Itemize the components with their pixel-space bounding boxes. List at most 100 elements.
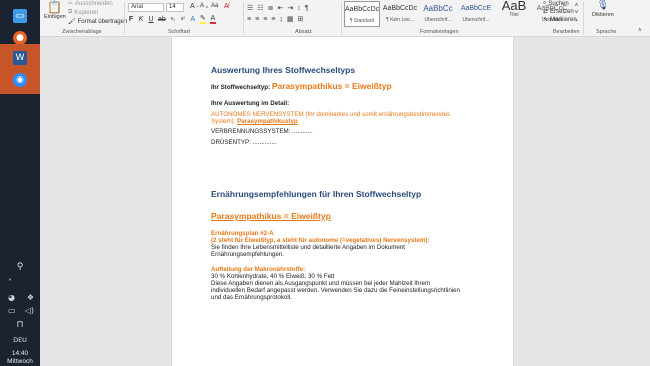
style-title[interactable]: AaB Titel <box>496 1 532 27</box>
type-label: Ihr Stoffwechseltyp: <box>211 84 271 91</box>
tray-row-3: ▭ ◁) <box>8 306 34 315</box>
plan-title: Ernährungsplan #2-A <box>211 230 274 237</box>
font-group-label: Schriftart <box>168 29 191 35</box>
network-icon[interactable]: ⊓ <box>0 320 40 330</box>
borders-icon[interactable]: ⊞ <box>298 15 304 23</box>
document-canvas[interactable]: I Auswertung Ihres Stoffwechseltyps Ihr … <box>40 37 650 366</box>
separator <box>341 2 342 35</box>
superscript-button[interactable]: x² <box>180 16 186 22</box>
macro-values: 30 % Kohlenhydrate, 40 % Eiweiß, 30 % Fe… <box>211 273 335 280</box>
document-page[interactable]: Auswertung Ihres Stoffwechseltyps Ihr St… <box>171 37 514 366</box>
color-icon[interactable]: ◕ <box>8 293 15 302</box>
tray-row-2: ◕ ❖ <box>8 293 34 302</box>
taskbar-app-zoom[interactable]: ◉ <box>0 66 40 94</box>
style-preview: AaBbCc <box>423 4 453 13</box>
highlight-button[interactable]: ✎ <box>199 14 206 24</box>
bold-button[interactable]: F <box>128 16 134 23</box>
align-left-icon[interactable]: ≡ <box>247 16 251 23</box>
chevron-up-icon[interactable]: ˄ <box>8 278 12 287</box>
text-effects-button[interactable]: A <box>190 16 196 23</box>
chevron-up-icon: ˄ <box>638 28 642 34</box>
taskbar: ▭ ● W ◉ ⚲ ˄ ◕ ❖ ▭ ◁) ⊓ DEU 14:40 Mittwoc… <box>0 0 40 366</box>
decrease-indent-icon[interactable]: ⇤ <box>277 4 283 12</box>
style-standard[interactable]: AaBbCcDc ¶ Standard <box>344 1 380 27</box>
align-right-icon[interactable]: ≡ <box>263 16 267 23</box>
increase-indent-icon[interactable]: ⇥ <box>287 4 293 12</box>
select-button[interactable]: ↖ Markieren <box>543 16 577 24</box>
style-name: Überschrif... <box>424 17 452 23</box>
format-row: F K U ab x₂ x² A ✎ A <box>128 14 216 24</box>
microphone-icon: 🎙 <box>596 0 610 11</box>
clock-day: Mittwoch <box>7 358 33 365</box>
plan-text-1: Sie finden Ihre Lebensmittelliste und de… <box>211 244 405 251</box>
burn-label: VERBRENNUNGSSYSTEM: ............ <box>211 128 313 135</box>
underline-button[interactable]: U <box>148 16 154 23</box>
battery-icon[interactable]: ▭ <box>8 306 16 315</box>
line-spacing-icon[interactable]: ↨ <box>279 16 283 23</box>
copy-button[interactable]: ⧉ Kopieren <box>68 9 98 16</box>
clipboard-icon: 📋 <box>47 0 63 14</box>
clipboard-group-label: Zwischenablage <box>62 29 102 35</box>
paste-label: Einfügen <box>44 14 66 20</box>
bullets-icon[interactable]: ☰ <box>247 4 253 12</box>
font-color-button[interactable]: A <box>209 15 216 24</box>
justify-icon[interactable]: ≡ <box>271 16 275 23</box>
style-preview: AaBbCcDc <box>382 5 418 12</box>
paragraph-row-2: ≡ ≡ ≡ ≡ ↨ ▦ ⊞ <box>247 14 303 24</box>
italic-button[interactable]: K <box>138 16 144 23</box>
style-preview: AaBbCcE <box>460 5 492 12</box>
search-button[interactable]: ⌕ Suchen <box>543 0 569 7</box>
macro-text-2: individuellen Bedarf angepasst werden. V… <box>211 287 461 294</box>
style-heading-2[interactable]: AaBbCcE Überschrif... <box>458 1 494 27</box>
style-no-spacing[interactable]: AaBbCcDc ¶ Kein Lee... <box>382 1 418 27</box>
dropbox-icon[interactable]: ❖ <box>27 293 34 302</box>
replace-button[interactable]: ⇄ Ersetzen <box>543 8 574 16</box>
edit-group-label: Bearbeiten <box>553 29 580 35</box>
paste-button[interactable]: 📋 Einfügen <box>44 0 66 21</box>
word-icon: W <box>13 51 27 65</box>
font-name-value: Arial <box>131 4 144 10</box>
clock[interactable]: 14:40 Mittwoch <box>0 350 40 366</box>
plan-text-2: Ernährungsempfehlungen. <box>211 251 284 258</box>
separator <box>124 2 125 35</box>
strikethrough-button[interactable]: ab <box>158 16 166 23</box>
format-painter-label: Format übertragen <box>77 18 128 25</box>
explorer-icon: ▭ <box>13 9 27 23</box>
style-heading-1[interactable]: AaBbCc Überschrif... <box>420 1 456 27</box>
format-painter-button[interactable]: 🖌 Format übertragen <box>68 18 128 26</box>
sort-icon[interactable]: ↕ <box>297 5 301 12</box>
firefox-icon: ● <box>13 31 27 45</box>
people-icon[interactable]: ⚲ <box>0 262 40 272</box>
font-size-field[interactable]: 14 <box>166 3 184 12</box>
section-title-text: Parasympathikus = Eiweißtyp <box>211 211 331 221</box>
align-center-icon[interactable]: ≡ <box>255 16 259 23</box>
multilevel-list-icon[interactable]: ≣ <box>268 4 274 12</box>
clear-format-icon[interactable]: A̸ <box>224 3 229 10</box>
macro-text-3: und das Ernährungsprotokoll. <box>211 294 292 301</box>
style-name: ¶ Standard <box>349 18 375 24</box>
paragraph-group-label: Absatz <box>295 29 312 35</box>
volume-icon[interactable]: ◁) <box>25 306 34 315</box>
subscript-button[interactable]: x₂ <box>170 16 176 22</box>
cut-button[interactable]: ✂ Ausschneiden <box>68 0 113 8</box>
numbering-icon[interactable]: ☷ <box>257 4 263 12</box>
paragraph-row-1: ☰ ☷ ≣ ⇤ ⇥ ↕ ¶ <box>247 3 308 13</box>
shading-icon[interactable]: ▦ <box>287 15 294 23</box>
collapse-ribbon-button[interactable]: ˄ <box>638 28 642 34</box>
style-name: Titel <box>509 12 519 18</box>
grow-font-button[interactable]: A ^ <box>190 3 199 10</box>
font-size-value: 14 <box>169 4 176 10</box>
language-indicator[interactable]: DEU <box>0 336 40 344</box>
shrink-font-button[interactable]: Av <box>200 3 208 9</box>
pilcrow-icon[interactable]: ¶ <box>305 5 309 12</box>
ans-line-2: System): Parasympathikustyp <box>211 118 298 125</box>
macro-title: Aufteilung der Makronährstoffe: <box>211 266 306 273</box>
brush-icon: 🖌 <box>68 19 76 25</box>
dictate-label: Diktieren <box>592 12 614 18</box>
gland-label: DRÜSENTYP: .............. <box>211 139 277 146</box>
zoom-icon: ◉ <box>13 73 27 87</box>
dictate-button[interactable]: 🎙 Diktieren <box>592 0 614 18</box>
case-button[interactable]: Aa <box>211 3 218 9</box>
font-name-field[interactable]: Arial <box>128 3 164 12</box>
macro-text-1: Diese Angaben dienen als Ausgangspunkt u… <box>211 280 431 287</box>
